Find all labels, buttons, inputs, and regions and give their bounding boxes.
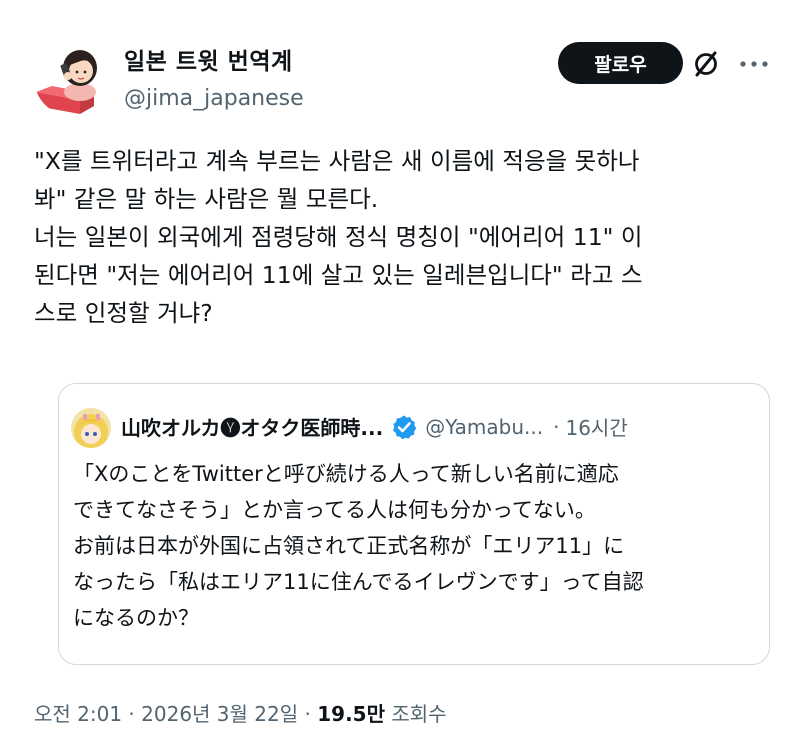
author-avatar[interactable] — [34, 40, 110, 116]
quoted-line: 「XのことをTwitterと呼び続ける人って新しい名前に適応 — [73, 462, 619, 486]
view-count[interactable]: 19.5만 — [317, 702, 385, 726]
tweet-meta: 오전 2:01 · 2026년 3월 22일 · 19.5만 조회수 — [34, 698, 447, 727]
grok-icon[interactable] — [686, 44, 726, 84]
quoted-body: 「XのことをTwitterと呼び続ける人って新しい名前に適応 できてなさそう」と… — [73, 456, 763, 636]
quoted-separator: · — [553, 414, 560, 439]
post-time[interactable]: 오전 2:01 — [34, 702, 122, 726]
tweet-header: 일본 트윗 번역계 @jima_japanese 팔로우 — [34, 34, 774, 124]
more-horizontal-icon[interactable] — [734, 44, 774, 84]
meta-separator: · — [298, 702, 318, 726]
author-names: 일본 트윗 번역계 @jima_japanese — [124, 42, 304, 111]
author-display-name[interactable]: 일본 트윗 번역계 — [124, 42, 304, 76]
meta-separator: · — [122, 702, 142, 726]
verified-badge-icon — [391, 414, 417, 440]
follow-button[interactable]: 팔로우 — [558, 42, 683, 84]
tweet-line: 된다면 "저는 에어리어 11에 살고 있는 일레븐입니다" 라고 스 — [34, 261, 643, 289]
tweet-body: "X를 트위터라고 계속 부르는 사람은 새 이름에 적응을 못하나 봐" 같은… — [34, 142, 774, 332]
quoted-line: できてなさそう」とか言ってる人は何も分かってない。 — [73, 498, 596, 522]
quoted-handle[interactable]: @Yamabu... — [425, 415, 543, 439]
woman-on-phone-avatar-icon — [34, 40, 110, 116]
quoted-header: 山吹オルカ🅨オタク医師時... @Yamabu... · 16시간 — [121, 412, 761, 441]
quoted-author-avatar — [71, 408, 111, 448]
view-label: 조회수 — [384, 702, 447, 726]
tweet-line: "X를 트위터라고 계속 부르는 사람은 새 이름에 적응을 못하나 — [34, 147, 640, 175]
quoted-line: お前は日本が外国に占領されて正式名称が「エリア11」に — [73, 534, 625, 558]
tweet-line: 너는 일본이 외국에게 점령당해 정식 명칭이 "에어리어 11" 이 — [34, 223, 643, 251]
quoted-tweet[interactable]: 山吹オルカ🅨オタク医師時... @Yamabu... · 16시간 「Xのことを… — [58, 383, 770, 665]
quoted-time[interactable]: 16시간 — [565, 412, 627, 441]
author-handle[interactable]: @jima_japanese — [124, 86, 304, 111]
tweet-line: 스로 인정할 거냐? — [34, 299, 213, 327]
post-date[interactable]: 2026년 3월 22일 — [141, 702, 298, 726]
quoted-line: なったら「私はエリア11に住んでるイレヴンです」って自認 — [73, 570, 644, 594]
tweet-line: 봐" 같은 말 하는 사람은 뭘 모른다. — [34, 185, 379, 213]
quoted-display-name[interactable]: 山吹オルカ🅨オタク医師時... — [121, 412, 383, 441]
quoted-line: になるのか？ — [73, 606, 199, 630]
anime-girl-avatar-icon — [71, 408, 111, 448]
